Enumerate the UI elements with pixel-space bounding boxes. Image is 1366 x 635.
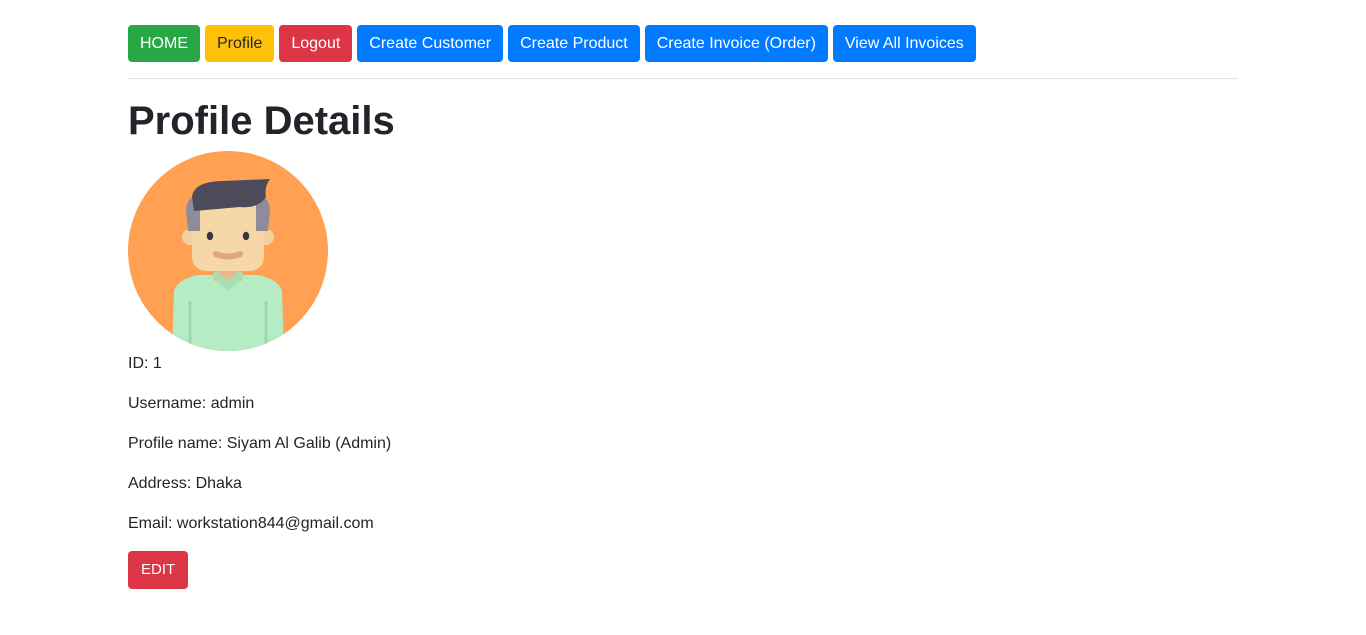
create-customer-button[interactable]: Create Customer: [357, 25, 504, 62]
edit-button[interactable]: EDIT: [128, 551, 189, 589]
home-button[interactable]: HOME: [128, 25, 200, 62]
profile-address: Address: Dhaka: [128, 475, 242, 492]
create-invoice-button[interactable]: Create Invoice (Order): [644, 25, 828, 62]
nav-bar: HOME Profile Logout Create Customer Crea…: [128, 25, 976, 62]
page-title: Profile Details: [128, 99, 395, 143]
profile-username: Username: admin: [128, 395, 255, 412]
profile-email: Email: workstation844@gmail.com: [128, 515, 374, 532]
divider: [128, 78, 1238, 79]
profile-button[interactable]: Profile: [205, 25, 275, 62]
profile-name: Profile name: Siyam Al Galib (Admin): [128, 435, 392, 452]
logout-button[interactable]: Logout: [279, 25, 353, 62]
create-product-button[interactable]: Create Product: [508, 25, 640, 62]
view-all-invoices-button[interactable]: View All Invoices: [832, 25, 976, 62]
profile-id: ID: 1: [128, 355, 162, 372]
user-avatar-icon: [128, 151, 328, 351]
